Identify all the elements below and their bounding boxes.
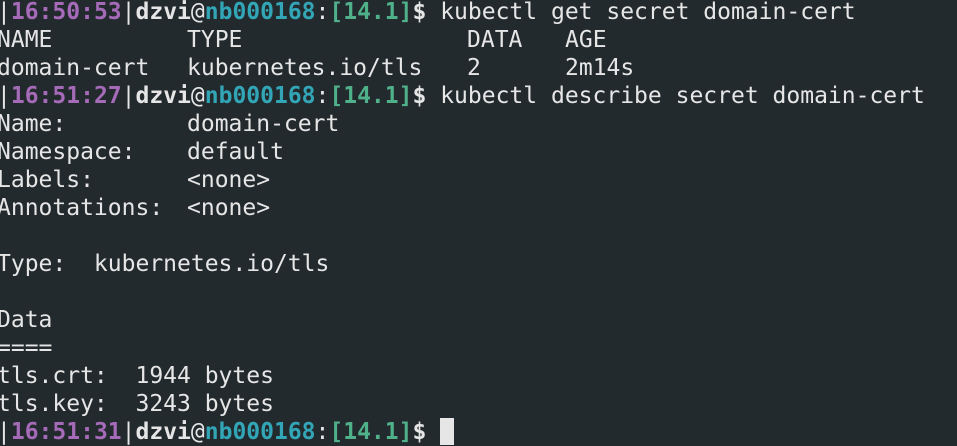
command-text: kubectl get secret domain-cert <box>426 0 856 25</box>
column-header: TYPE <box>187 27 243 53</box>
table-header-row: NAME TYPE DATA AGE <box>0 26 957 54</box>
field-value: <none> <box>187 167 271 193</box>
prompt-line: |16:50:53|dzvi@nb000168:[14.1]$ kubectl … <box>0 0 856 25</box>
table-cell: 2m14s <box>565 55 635 81</box>
type-line: Type: kubernetes.io/tls <box>0 251 330 277</box>
prompt-symbol: $ <box>412 83 427 109</box>
field-value: default <box>187 139 284 165</box>
field-key: Namespace: <box>0 139 136 165</box>
prompt-time: 16:50:53 <box>10 0 122 25</box>
prompt-user: dzvi <box>135 83 191 109</box>
describe-field: Labels: <none> <box>0 166 957 194</box>
data-entry-key: tls.key: 3243 bytes <box>0 391 274 417</box>
data-heading: Data <box>0 307 53 333</box>
data-entry-crt: tls.crt: 1944 bytes <box>0 363 274 389</box>
prompt-host: nb000168 <box>204 419 316 445</box>
column-header: DATA <box>467 27 523 53</box>
prompt-time: 16:51:31 <box>10 419 122 445</box>
prompt-version: [14.1] <box>329 419 413 445</box>
table-cell: 2 <box>467 55 481 81</box>
prompt-line: |16:51:27|dzvi@nb000168:[14.1]$ kubectl … <box>0 83 925 109</box>
terminal-window[interactable]: |16:50:53|dzvi@nb000168:[14.1]$ kubectl … <box>0 0 957 446</box>
command-input[interactable] <box>426 419 440 445</box>
prompt-symbol: $ <box>412 419 427 445</box>
field-value: <none> <box>187 195 271 221</box>
field-key: Labels: <box>0 167 94 193</box>
prompt-version: [14.1] <box>329 83 413 109</box>
prompt-user: dzvi <box>135 0 191 25</box>
prompt-version: [14.1] <box>329 0 413 25</box>
field-value: domain-cert <box>187 111 340 137</box>
column-header: AGE <box>565 27 607 53</box>
describe-field: Namespace: default <box>0 138 957 166</box>
text-cursor <box>440 418 455 445</box>
column-header: NAME <box>0 27 53 53</box>
prompt-host: nb000168 <box>204 83 316 109</box>
command-text: kubectl describe secret domain-cert <box>426 83 925 109</box>
table-cell: kubernetes.io/tls <box>187 55 423 81</box>
prompt-host: nb000168 <box>204 0 316 25</box>
prompt-user: dzvi <box>135 419 191 445</box>
prompt-time: 16:51:27 <box>10 83 122 109</box>
prompt-line-active[interactable]: |16:51:31|dzvi@nb000168:[14.1]$ <box>0 418 957 446</box>
describe-field: Annotations: <none> <box>0 194 957 222</box>
table-row: domain-cert kubernetes.io/tls 2 2m14s <box>0 54 957 82</box>
field-key: Name: <box>0 111 67 137</box>
field-key: Annotations: <box>0 195 164 221</box>
describe-field: Name: domain-cert <box>0 110 957 138</box>
terminal-output: |16:50:53|dzvi@nb000168:[14.1]$ kubectl … <box>0 0 957 446</box>
table-cell: domain-cert <box>0 55 150 81</box>
data-rule: ==== <box>0 335 53 361</box>
prompt-symbol: $ <box>412 0 427 25</box>
